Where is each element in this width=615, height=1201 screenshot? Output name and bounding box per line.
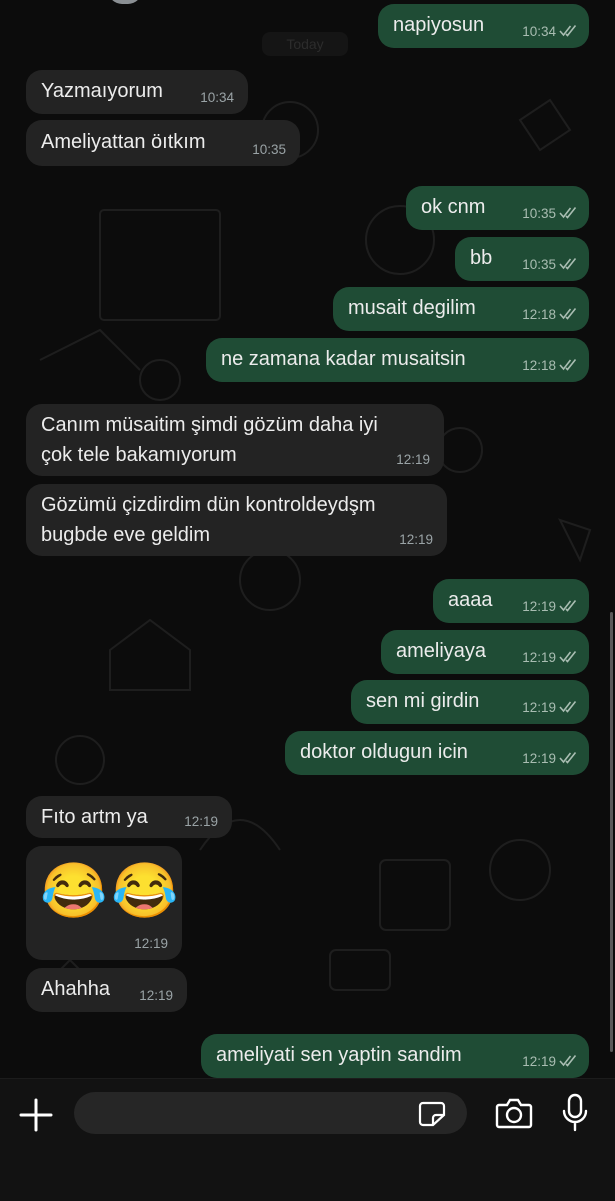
message-meta: 12:19 [522,650,577,666]
message-bubble-outgoing[interactable]: ameliyati sen yaptin sandim 12:19 [201,1034,589,1078]
message-text: ameliyaya [396,640,487,662]
message-bubble-outgoing[interactable]: bb 10:35 [455,237,589,281]
message-time: 12:19 [522,1054,556,1069]
message-bubble-outgoing[interactable]: aaaa 12:19 [433,579,589,623]
message-time: 12:19 [399,532,433,547]
message-time: 12:19 [522,751,556,766]
message-time: 12:19 [522,700,556,715]
read-receipt-icon [559,651,577,663]
message-time: 12:19 [522,650,556,665]
read-receipt-icon [559,701,577,713]
read-receipt-icon [559,600,577,612]
message-text: Ameliyattan öıtkım [41,131,206,153]
message-bubble-outgoing[interactable]: doktor oldugun icin 12:19 [285,731,589,775]
message-bubble-outgoing[interactable]: ok cnm 10:35 [406,186,589,230]
composer-bar [0,1078,615,1201]
message-time: 12:18 [522,358,556,373]
message-time: 10:34 [200,90,234,105]
message-bubble-incoming[interactable]: Fıto artm ya 12:19 [26,796,232,838]
message-bubble-outgoing[interactable]: napiyosun 10:34 [378,4,589,48]
message-bubble-incoming-emoji[interactable]: 😂😂 12:19 [26,846,182,960]
message-bubble-incoming[interactable]: Ahahha 12:19 [26,968,187,1012]
message-emoji: 😂😂 [40,861,183,921]
message-bubble-incoming[interactable]: Gözümü çizdirdim dün kontroldeydşm bugbd… [26,484,447,556]
message-text: ne zamana kadar musaitsin [221,348,466,370]
message-meta: 12:19 [522,599,577,615]
message-text: bb [470,247,493,269]
message-time: 10:35 [252,142,286,157]
message-meta: 12:18 [522,307,577,323]
read-receipt-icon [559,752,577,764]
message-bubble-outgoing[interactable]: ne zamana kadar musaitsin 12:18 [206,338,589,382]
chat-area[interactable]: Today napiyosun 10:34 Yazmaıyorum 10:34 … [0,0,615,1078]
message-bubble-incoming[interactable]: Yazmaıyorum 10:34 [26,70,248,114]
message-text-line: çok tele bakamıyorum [41,444,237,466]
message-meta: 12:19 [522,1054,577,1070]
message-time: 12:19 [522,599,556,614]
message-text: Yazmaıyorum [41,80,163,102]
message-bubble-incoming[interactable]: Ameliyattan öıtkım 10:35 [26,120,300,166]
message-text: musait degilim [348,297,476,319]
message-bubble-outgoing[interactable]: sen mi girdin 12:19 [351,680,589,724]
read-receipt-icon [559,258,577,270]
message-text-line: Canım müsaitim şimdi gözüm daha iyi [41,414,378,436]
message-text-line: Gözümü çizdirdim dün kontroldeydşm [41,494,376,516]
read-receipt-icon [559,25,577,37]
read-receipt-icon [559,1055,577,1067]
message-text: Ahahha [41,978,110,1000]
message-meta: 10:34 [522,24,577,40]
message-meta: 12:19 [522,751,577,767]
read-receipt-icon [559,359,577,371]
message-text: sen mi girdin [366,690,480,712]
message-text: doktor oldugun icin [300,741,468,763]
message-meta: 12:19 [522,700,577,716]
plus-icon[interactable] [18,1097,54,1133]
sticker-icon[interactable] [418,1101,446,1127]
message-bubble-outgoing[interactable]: musait degilim 12:18 [333,287,589,331]
message-text: aaaa [448,589,493,611]
message-time: 10:35 [522,257,556,272]
microphone-icon[interactable] [561,1093,589,1133]
message-text-line: bugbde eve geldim [41,524,211,546]
message-input[interactable] [74,1092,467,1134]
message-bubble-outgoing[interactable]: ameliyaya 12:19 [381,630,589,674]
message-meta: 10:35 [522,206,577,222]
message-time: 12:19 [184,814,218,829]
message-time: 10:35 [522,206,556,221]
message-text: ok cnm [421,196,486,218]
read-receipt-icon [559,308,577,320]
camera-icon[interactable] [495,1097,533,1129]
message-time: 12:19 [396,452,430,467]
message-text: napiyosun [393,14,485,36]
message-meta: 10:35 [522,257,577,273]
message-time: 12:19 [139,988,173,1003]
message-bubble-incoming[interactable]: Canım müsaitim şimdi gözüm daha iyi çok … [26,404,444,476]
message-text: Fıto artm ya [41,806,148,828]
scrollbar[interactable] [610,612,613,1052]
message-time: 12:19 [134,936,168,951]
message-time: 12:18 [522,307,556,322]
message-time: 10:34 [522,24,556,39]
message-meta: 12:18 [522,358,577,374]
read-receipt-icon [559,207,577,219]
message-text: ameliyati sen yaptin sandim [216,1044,462,1066]
date-separator: Today [262,32,348,56]
